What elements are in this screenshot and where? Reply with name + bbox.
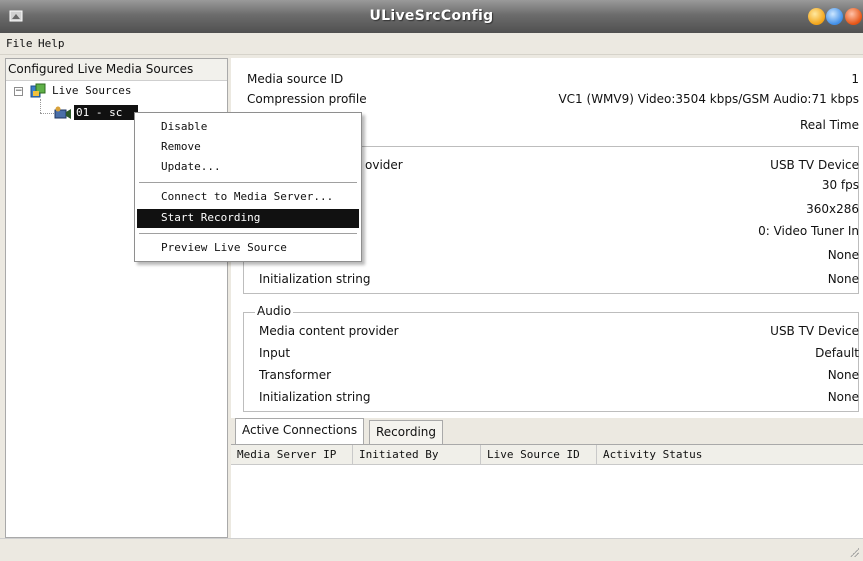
menu-item-disable[interactable]: Disable [137,118,359,137]
resize-grip-icon[interactable] [849,547,859,557]
close-button[interactable] [845,8,862,25]
tab-recording[interactable]: Recording [369,420,444,444]
menu-bar: File Help [0,33,863,55]
source-context-menu: Disable Remove Update... Connect to Medi… [134,112,362,262]
menu-item-start-recording[interactable]: Start Recording [137,209,359,228]
menu-separator [139,233,357,234]
audio-row: Input Default [231,344,863,364]
minimize-button[interactable] [808,8,825,25]
bottom-tab-strip: Active Connections Recording [231,418,863,444]
column-header-activity-status[interactable]: Activity Status [597,445,863,465]
video-label: ovider [365,158,403,172]
audio-value: None [827,390,859,404]
tree-connector [40,113,54,114]
window-title: ULiveSrcConfig [369,8,494,24]
menu-item-remove[interactable]: Remove [137,138,359,157]
menu-file[interactable]: File [6,37,33,50]
detail-label: Media source ID [247,72,344,86]
video-label: Initialization string [259,272,371,286]
detail-label: Compression profile [247,92,367,106]
column-header-initiated-by[interactable]: Initiated By [353,445,481,465]
video-value: USB TV Device [770,158,859,172]
audio-value: Default [815,346,859,360]
video-value: 360x286 [806,202,859,216]
maximize-button[interactable] [826,8,843,25]
camera-source-icon [54,106,71,119]
tree-connector [40,99,41,113]
video-value: None [827,248,859,262]
tab-active-connections[interactable]: Active Connections [235,418,365,444]
column-header-media-server-ip[interactable]: Media Server IP [231,445,353,465]
audio-value: None [827,368,859,382]
video-value: 0: Video Tuner In [758,224,859,238]
audio-label: Initialization string [259,390,371,404]
menu-separator [139,182,357,183]
audio-label: Media content provider [259,324,399,338]
tree-item-live-sources[interactable]: Live Sources [52,84,131,97]
menu-item-connect-to-media-server[interactable]: Connect to Media Server... [137,188,359,207]
detail-value: Real Time [799,118,859,132]
audio-label: Input [259,346,291,360]
title-bar[interactable]: ULiveSrcConfig [0,0,863,33]
video-value: 30 fps [821,178,859,192]
status-bar [0,538,863,561]
audio-row: Media content provider USB TV Device [231,322,863,342]
audio-row: Initialization string None [231,388,863,408]
tree-item-source[interactable]: 01 - sc [74,105,138,120]
video-row: Initialization string None [231,270,863,290]
connections-grid[interactable]: Media Server IP Initiated By Live Source… [231,444,863,538]
audio-group-title: Audio [255,304,294,318]
sources-tree-header: Configured Live Media Sources [6,59,227,81]
app-window: ULiveSrcConfig File Help Configured Live… [0,0,863,561]
column-header-live-source-id[interactable]: Live Source ID [481,445,597,465]
menu-item-update[interactable]: Update... [137,158,359,177]
audio-row: Transformer None [231,366,863,386]
detail-row: Media source ID 1 [231,70,863,90]
tree-collapse-toggle[interactable]: − [14,87,23,96]
detail-value: VC1 (WMV9) Video:3504 kbps/GSM Audio:71 … [558,92,859,106]
menu-item-preview-live-source[interactable]: Preview Live Source [137,239,359,258]
live-sources-icon [30,83,46,98]
video-value: None [827,272,859,286]
detail-row: Compression profile VC1 (WMV9) Video:350… [231,90,863,110]
audio-label: Transformer [259,368,332,382]
menu-help[interactable]: Help [38,37,65,50]
audio-value: USB TV Device [770,324,859,338]
detail-value: 1 [851,72,859,86]
